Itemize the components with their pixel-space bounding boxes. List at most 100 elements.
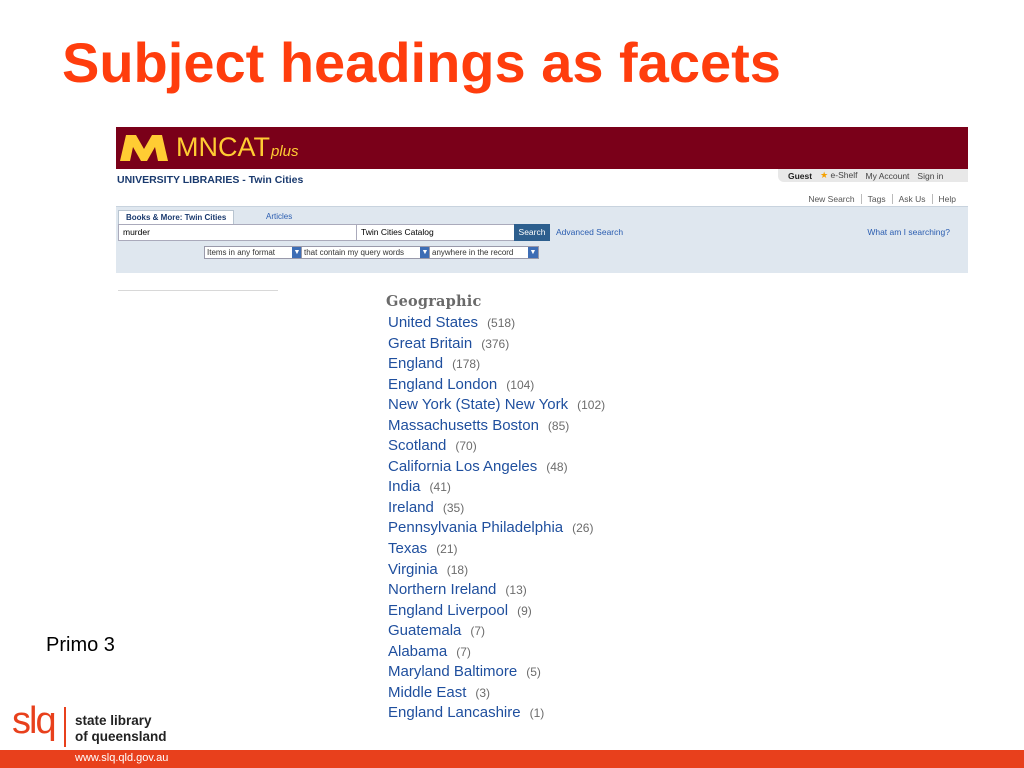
search-input[interactable]: murder — [118, 224, 360, 241]
facet-count: (102) — [577, 398, 606, 413]
facet-count: (178) — [452, 357, 481, 372]
footer-url: www.slq.qld.gov.au — [75, 752, 169, 764]
institution-name: UNIVERSITY LIBRARIES - Twin Cities — [117, 174, 304, 186]
facet-item: New York (State) New York (102) — [388, 396, 605, 417]
sign-in-link[interactable]: Sign in — [917, 171, 943, 181]
facet-link[interactable]: Scotland — [388, 437, 446, 454]
facet-link[interactable]: England London — [388, 376, 497, 393]
facet-item: India (41) — [388, 478, 605, 499]
facet-item: Ireland (35) — [388, 499, 605, 520]
nav-tags[interactable]: Tags — [860, 194, 892, 204]
divider — [118, 290, 278, 291]
query-filter-select[interactable]: that contain my query words ▼ — [301, 246, 431, 259]
facet-item: Pennsylvania Philadelphia (26) — [388, 519, 605, 540]
facet-link[interactable]: India — [388, 478, 421, 495]
facet-link[interactable]: Guatemala — [388, 622, 461, 639]
facet-count: (518) — [487, 316, 516, 330]
guest-label: Guest — [788, 170, 813, 181]
facet-link[interactable]: Massachusetts Boston — [388, 417, 539, 434]
facet-count: (13) — [505, 583, 527, 598]
facet-count: (85) — [547, 418, 570, 433]
mncat-screenshot: MNCATplus UNIVERSITY LIBRARIES - Twin Ci… — [116, 127, 968, 727]
facet-item: Maryland Baltimore (5) — [388, 663, 605, 684]
facet-link[interactable]: Maryland Baltimore — [388, 663, 517, 680]
facet-link[interactable]: Northern Ireland — [388, 581, 496, 598]
scope-select[interactable]: Twin Cities Catalog — [356, 224, 518, 241]
facet-link[interactable]: England Liverpool — [388, 602, 508, 619]
app-logo[interactable]: MNCATplus — [176, 132, 299, 163]
facet-count: (7) — [470, 624, 486, 639]
nav-new-search[interactable]: New Search — [802, 194, 860, 204]
facet-link[interactable]: England Lancashire — [388, 704, 521, 721]
nav-ask-us[interactable]: Ask Us — [891, 194, 932, 204]
search-row: murder Twin Cities Catalog Search Advanc… — [118, 224, 968, 241]
library-name: state library of queensland — [75, 713, 167, 745]
facet-count: (7) — [456, 644, 471, 659]
scope-filter-value: anywhere in the record — [432, 248, 514, 257]
facet-count: (35) — [442, 500, 465, 515]
scope-filter-select[interactable]: anywhere in the record ▼ — [429, 246, 539, 259]
facet-link[interactable]: Pennsylvania Philadelphia — [388, 519, 563, 536]
facet-count: (48) — [546, 459, 568, 474]
facet-item: England Lancashire (1) — [388, 704, 605, 725]
logo-sub: plus — [271, 143, 299, 160]
facet-link[interactable]: New York (State) New York — [388, 396, 568, 413]
facet-link[interactable]: Ireland — [388, 499, 434, 516]
query-filter-value: that contain my query words — [304, 248, 405, 257]
facet-link[interactable]: Great Britain — [388, 335, 472, 352]
facet-item: United States (518) — [388, 314, 605, 335]
facet-count: (41) — [429, 480, 451, 495]
facet-count: (376) — [481, 336, 510, 351]
facet-item: Northern Ireland (13) — [388, 581, 605, 602]
facet-count: (104) — [506, 377, 535, 392]
facet-list: United States (518) Great Britain (376) Engl… — [388, 314, 605, 725]
facet-item: Middle East (3) — [388, 684, 605, 705]
search-button[interactable]: Search — [514, 224, 550, 241]
chevron-down-icon: ▼ — [528, 247, 538, 258]
facet-count: (9) — [517, 603, 532, 618]
facet-item: Guatemala (7) — [388, 622, 605, 643]
library-name-line2: of queensland — [75, 729, 167, 744]
facet-link[interactable]: Texas — [388, 540, 427, 557]
facet-link[interactable]: England — [388, 355, 443, 372]
facet-item: Alabama (7) — [388, 643, 605, 664]
user-bar: Guest ★ e-Shelf My Account Sign in — [778, 169, 968, 182]
facet-heading: Geographic — [386, 293, 482, 310]
slide-caption: Primo 3 — [46, 634, 115, 656]
facet-item: England London (104) — [388, 376, 605, 397]
what-am-i-searching-link[interactable]: What am I searching? — [867, 227, 950, 237]
facet-item: California Los Angeles (48) — [388, 458, 605, 479]
university-m-logo-icon — [120, 135, 168, 161]
facet-link[interactable]: Virginia — [388, 561, 438, 578]
header-banner: MNCATplus — [116, 127, 968, 169]
facet-count: (21) — [436, 542, 458, 557]
star-icon: ★ — [820, 170, 829, 180]
eshelf-link[interactable]: e-Shelf — [831, 170, 858, 180]
nav-help[interactable]: Help — [931, 194, 962, 204]
format-filter-value: Items in any format — [207, 248, 276, 257]
slq-logo: slq — [12, 700, 57, 742]
logo-divider — [64, 707, 66, 747]
facet-item: Texas (21) — [388, 540, 605, 561]
facet-item: Scotland (70) — [388, 437, 605, 458]
facet-count: (26) — [572, 521, 594, 536]
tab-books-more[interactable]: Books & More: Twin Cities — [118, 210, 235, 225]
facet-item: England Liverpool (9) — [388, 602, 605, 623]
facet-link[interactable]: Middle East — [388, 684, 466, 701]
facet-link[interactable]: United States — [388, 314, 478, 331]
search-panel: Books & More: Twin Cities Articles murde… — [116, 206, 968, 273]
facet-link[interactable]: California Los Angeles — [388, 458, 537, 475]
my-account-link[interactable]: My Account — [865, 171, 909, 181]
top-nav: New Search Tags Ask Us Help — [802, 194, 962, 204]
tab-articles[interactable]: Articles — [266, 210, 292, 224]
facet-item: Massachusetts Boston (85) — [388, 417, 605, 438]
format-filter-select[interactable]: Items in any format ▼ — [204, 246, 303, 259]
advanced-search-link[interactable]: Advanced Search — [556, 227, 623, 237]
library-name-line1: state library — [75, 713, 152, 728]
facet-count: (5) — [526, 665, 541, 680]
facet-link[interactable]: Alabama — [388, 643, 447, 660]
facet-item: England (178) — [388, 355, 605, 376]
facet-count: (70) — [455, 439, 477, 454]
facet-count: (1) — [529, 706, 545, 721]
logo-text: MNCAT — [176, 132, 270, 162]
